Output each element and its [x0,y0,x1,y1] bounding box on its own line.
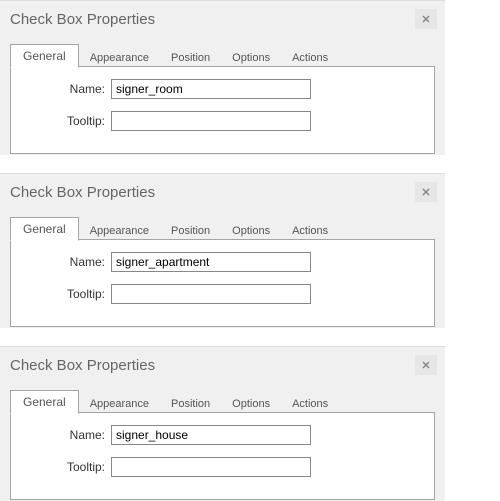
tab-panel-general: Name: Tooltip: [10,412,435,500]
checkbox-properties-dialog: Check Box Properties ✕ General Appearanc… [0,173,445,328]
tab-options[interactable]: Options [221,394,281,413]
tab-panel-general: Name: Tooltip: [10,239,435,327]
close-button[interactable]: ✕ [415,355,437,375]
tab-general[interactable]: General [10,217,79,241]
tab-options[interactable]: Options [221,221,281,240]
label-tooltip: Tooltip: [29,460,111,474]
close-button[interactable]: ✕ [415,9,437,29]
label-name: Name: [29,255,111,269]
label-tooltip: Tooltip: [29,287,111,301]
tab-area: General Appearance Position Options Acti… [10,391,435,501]
name-input[interactable] [111,79,311,99]
tab-actions[interactable]: Actions [281,221,339,240]
row-tooltip: Tooltip: [29,457,416,477]
row-name: Name: [29,252,416,272]
close-icon: ✕ [421,359,430,372]
tab-bar: General Appearance Position Options Acti… [10,218,435,240]
row-tooltip: Tooltip: [29,111,416,131]
dialog-title: Check Box Properties [10,11,155,28]
tab-general[interactable]: General [10,390,79,414]
dialog-header: Check Box Properties ✕ [0,347,445,381]
tab-appearance[interactable]: Appearance [79,394,160,413]
tab-bar: General Appearance Position Options Acti… [10,45,435,67]
dialog-header: Check Box Properties ✕ [0,174,445,208]
tab-position[interactable]: Position [160,394,221,413]
tooltip-input[interactable] [111,111,311,131]
close-icon: ✕ [421,186,430,199]
tab-area: General Appearance Position Options Acti… [10,218,435,328]
checkbox-properties-dialog: Check Box Properties ✕ General Appearanc… [0,346,445,501]
name-input[interactable] [111,425,311,445]
tab-general[interactable]: General [10,44,79,68]
name-input[interactable] [111,252,311,272]
row-tooltip: Tooltip: [29,284,416,304]
tab-position[interactable]: Position [160,48,221,67]
row-name: Name: [29,425,416,445]
dialog-header: Check Box Properties ✕ [0,1,445,35]
close-button[interactable]: ✕ [415,182,437,202]
dialog-title: Check Box Properties [10,357,155,374]
tab-appearance[interactable]: Appearance [79,221,160,240]
tab-panel-general: Name: Tooltip: [10,66,435,154]
row-name: Name: [29,79,416,99]
tab-bar: General Appearance Position Options Acti… [10,391,435,413]
label-name: Name: [29,428,111,442]
tab-actions[interactable]: Actions [281,394,339,413]
label-tooltip: Tooltip: [29,114,111,128]
label-name: Name: [29,82,111,96]
tooltip-input[interactable] [111,457,311,477]
close-icon: ✕ [421,13,430,26]
tab-area: General Appearance Position Options Acti… [10,45,435,155]
tab-appearance[interactable]: Appearance [79,48,160,67]
checkbox-properties-dialog: Check Box Properties ✕ General Appearanc… [0,0,445,155]
tooltip-input[interactable] [111,284,311,304]
tab-position[interactable]: Position [160,221,221,240]
tab-options[interactable]: Options [221,48,281,67]
dialog-title: Check Box Properties [10,184,155,201]
tab-actions[interactable]: Actions [281,48,339,67]
